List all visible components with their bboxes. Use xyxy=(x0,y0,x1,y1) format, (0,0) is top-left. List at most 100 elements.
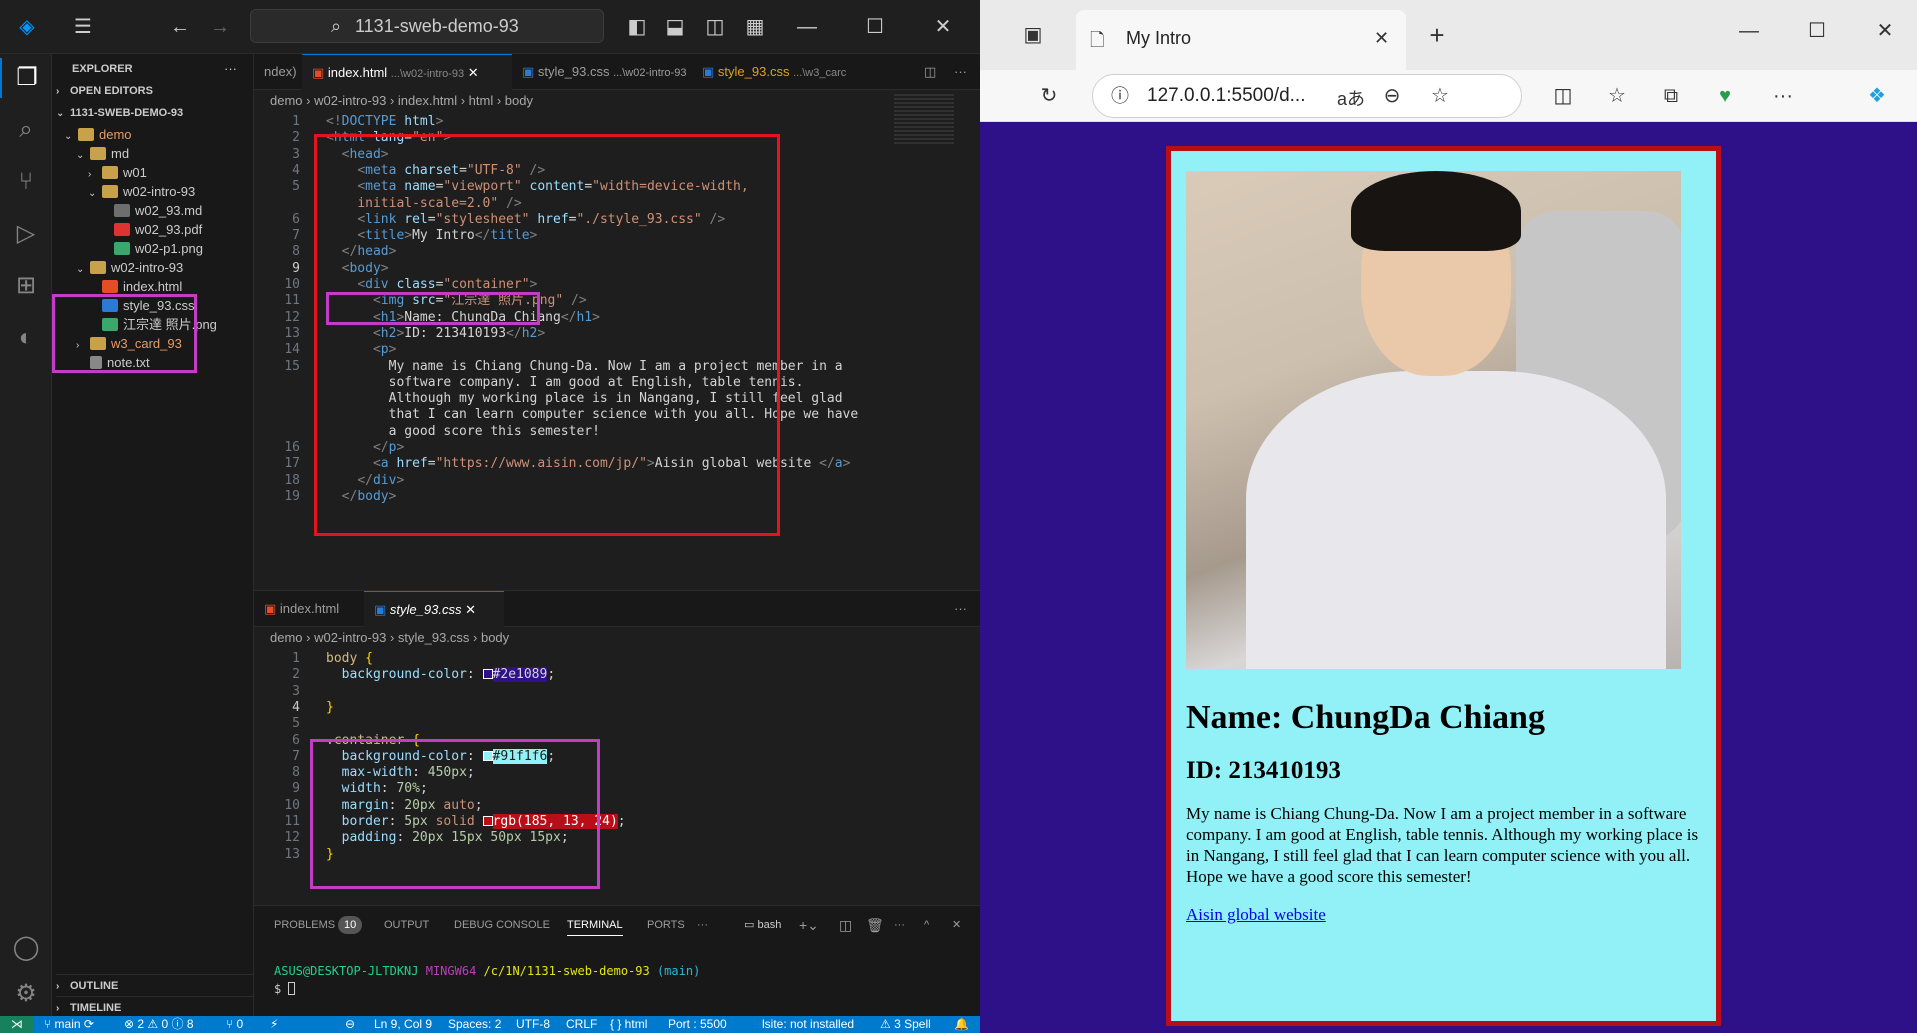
timeline-section[interactable]: › TIMELINE xyxy=(56,996,258,1018)
prompt-symbol: $ xyxy=(274,982,282,996)
close-panel-icon[interactable]: ✕ xyxy=(952,914,961,936)
tab-style-css[interactable]: ▣ style_93.css ...\w02-intro-93 xyxy=(512,54,692,90)
tab-actions-icon[interactable]: ▣ xyxy=(1016,18,1050,52)
maximize-icon[interactable]: ☐ xyxy=(1800,14,1834,48)
settings-gear-icon[interactable]: ⚙ xyxy=(0,974,52,1014)
aisin-website-link[interactable]: Aisin global website xyxy=(1186,905,1326,924)
browser-tab[interactable]: 🗋 My Intro ✕ xyxy=(1076,10,1406,70)
minimize-icon[interactable]: — xyxy=(1732,14,1766,48)
close-tab-icon[interactable]: ✕ xyxy=(468,65,479,80)
settings-more-icon[interactable]: ··· xyxy=(1766,79,1800,113)
breadcrumb[interactable]: demo › w02-intro-93 › style_93.css › bod… xyxy=(270,627,509,649)
breadcrumb[interactable]: demo › w02-intro-93 › index.html › html … xyxy=(270,90,533,112)
cursor-position[interactable]: Ln 9, Col 9 xyxy=(374,1016,432,1033)
tab-output[interactable]: OUTPUT xyxy=(384,914,429,936)
favorite-star-icon[interactable]: ☆ xyxy=(1423,79,1457,113)
read-aloud-icon[interactable]: aあ xyxy=(1337,85,1365,111)
open-editors-section[interactable]: › OPEN EDITORS xyxy=(56,80,258,102)
workspace-section[interactable]: ⌄ 1131-SWEB-DEMO-93 xyxy=(56,102,258,124)
info-icon[interactable]: ⓘ xyxy=(1103,79,1137,113)
toggle-secondary-sidebar-icon[interactable]: ◫ xyxy=(700,14,730,40)
forward-arrow-icon[interactable]: → xyxy=(205,14,235,40)
remote-icon[interactable]: ◐ xyxy=(0,318,52,358)
tab-style-css[interactable]: ▣ style_93.css ✕ xyxy=(364,591,504,627)
tab-label: ndex) xyxy=(264,64,297,79)
spell-status[interactable]: ⚠ 3 Spell xyxy=(880,1016,931,1033)
close-tab-icon[interactable]: ✕ xyxy=(1374,28,1389,49)
split-terminal-icon[interactable]: ◫ xyxy=(839,914,852,936)
extensions-icon[interactable]: ⊞ xyxy=(0,266,52,306)
zoom-icon[interactable]: ⊖ xyxy=(345,1016,355,1033)
terminal-prompt[interactable]: $ xyxy=(274,982,296,996)
address-bar[interactable]: ⓘ 127.0.0.1:5500/d... aあ ⊖ ☆ xyxy=(1092,74,1522,118)
new-tab-icon[interactable]: + xyxy=(1420,18,1454,52)
collections-icon[interactable]: ⧉ xyxy=(1654,79,1688,113)
encoding[interactable]: UTF-8 xyxy=(516,1016,550,1033)
language-mode[interactable]: { } html xyxy=(610,1016,647,1033)
run-debug-icon[interactable]: ▷ xyxy=(0,214,52,254)
close-window-icon[interactable]: ✕ xyxy=(1868,14,1902,48)
command-search-input[interactable]: ⌕ 1131-sweb-demo-93 xyxy=(250,9,604,43)
customize-layout-icon[interactable]: ▦ xyxy=(740,14,770,40)
live-server-port[interactable]: Port : 5500 xyxy=(668,1016,727,1033)
indentation[interactable]: Spaces: 2 xyxy=(448,1016,501,1033)
maximize-panel-icon[interactable]: ^ xyxy=(924,914,929,936)
explorer-icon[interactable]: ❐ xyxy=(0,58,52,98)
minimap[interactable] xyxy=(894,94,954,144)
search-view-icon[interactable]: ⌕ xyxy=(0,110,52,150)
url-text: 127.0.0.1:5500/d... xyxy=(1147,85,1306,106)
terminal-shell-selector[interactable]: ▭ bash xyxy=(744,914,781,936)
tab-index-html[interactable]: ▣ index.html ...\w02-intro-93 ✕ xyxy=(302,54,512,90)
search-text: 1131-sweb-demo-93 xyxy=(355,16,519,36)
more-actions-icon[interactable]: ··· xyxy=(224,58,244,80)
remote-indicator-icon[interactable]: ⋊ xyxy=(0,1016,34,1033)
copilot-icon[interactable]: ❖ xyxy=(1860,79,1894,113)
account-icon[interactable]: ◯ xyxy=(0,928,52,968)
maximize-icon[interactable]: ☐ xyxy=(860,14,890,40)
outline-section[interactable]: › OUTLINE xyxy=(56,974,258,996)
line-ending[interactable]: CRLF xyxy=(566,1016,597,1033)
source-control-icon[interactable]: ⑂ xyxy=(0,162,52,202)
split-editor-icon[interactable]: ◫ xyxy=(914,54,944,90)
line-number: 19 xyxy=(284,488,300,504)
tree-item-label: demo xyxy=(99,127,132,142)
menu-icon[interactable]: ☰ xyxy=(68,14,98,40)
css-file-icon: ▣ xyxy=(702,64,718,79)
more-actions-icon[interactable]: ··· xyxy=(944,591,978,627)
tab-ports[interactable]: PORTS xyxy=(647,914,685,936)
notifications-icon[interactable]: 🔔 xyxy=(954,1016,969,1033)
ports-status[interactable]: ⑂ 0 xyxy=(226,1016,243,1033)
more-actions-icon[interactable]: ··· xyxy=(944,54,978,90)
split-screen-icon[interactable]: ◫ xyxy=(1546,79,1580,113)
toggle-sidebar-icon[interactable]: ◧ xyxy=(622,14,652,40)
browser-essentials-icon[interactable]: ♥ xyxy=(1708,79,1742,113)
address-bar-row: ↻ ⓘ 127.0.0.1:5500/d... aあ ⊖ ☆ ◫ ☆ ⧉ ♥ ·… xyxy=(980,70,1917,122)
tab-problems[interactable]: PROBLEMS xyxy=(274,914,335,936)
code-line[interactable]: } xyxy=(326,698,334,718)
back-arrow-icon[interactable]: ← xyxy=(165,14,195,40)
lightning-icon[interactable]: ⚡ xyxy=(270,1016,278,1033)
close-tab-icon[interactable]: ✕ xyxy=(465,602,476,617)
terminal-output[interactable]: ASUS@DESKTOP-JLTDKNJ MINGW64 /c/1N/1131-… xyxy=(274,964,700,978)
close-window-icon[interactable]: ✕ xyxy=(928,14,958,40)
zoom-icon[interactable]: ⊖ xyxy=(1375,79,1409,113)
new-terminal-icon[interactable]: +⌄ xyxy=(799,914,819,936)
tab-terminal[interactable]: TERMINAL xyxy=(567,914,623,936)
refresh-icon[interactable]: ↻ xyxy=(1032,79,1066,113)
trash-icon[interactable]: 🗑 xyxy=(866,914,884,936)
toggle-panel-icon[interactable]: ⬓ xyxy=(660,14,690,40)
code-line[interactable]: background-color: #2e1089; xyxy=(326,665,555,685)
highlight-box-div xyxy=(326,292,540,325)
favorites-icon[interactable]: ☆ xyxy=(1600,79,1634,113)
lsite-status[interactable]: lsite: not installed xyxy=(762,1016,854,1033)
open-editors-label: OPEN EDITORS xyxy=(70,85,153,97)
tab-debug-console[interactable]: DEBUG CONSOLE xyxy=(454,914,550,936)
more-actions-icon[interactable]: ··· xyxy=(894,914,905,936)
git-branch[interactable]: ⑂ main ⟳ xyxy=(44,1016,94,1033)
more-tabs-icon[interactable]: ··· xyxy=(697,914,708,936)
tab-partial[interactable]: ndex) xyxy=(254,54,302,90)
tab-style-css-w3[interactable]: ▣ style_93.css ...\w3_carc xyxy=(692,54,867,90)
minimize-icon[interactable]: — xyxy=(792,14,822,40)
problems-status[interactable]: ⊗ 2 ⚠ 0 ⓘ 8 xyxy=(124,1016,194,1033)
tab-index-html[interactable]: ▣ index.html xyxy=(254,591,364,627)
